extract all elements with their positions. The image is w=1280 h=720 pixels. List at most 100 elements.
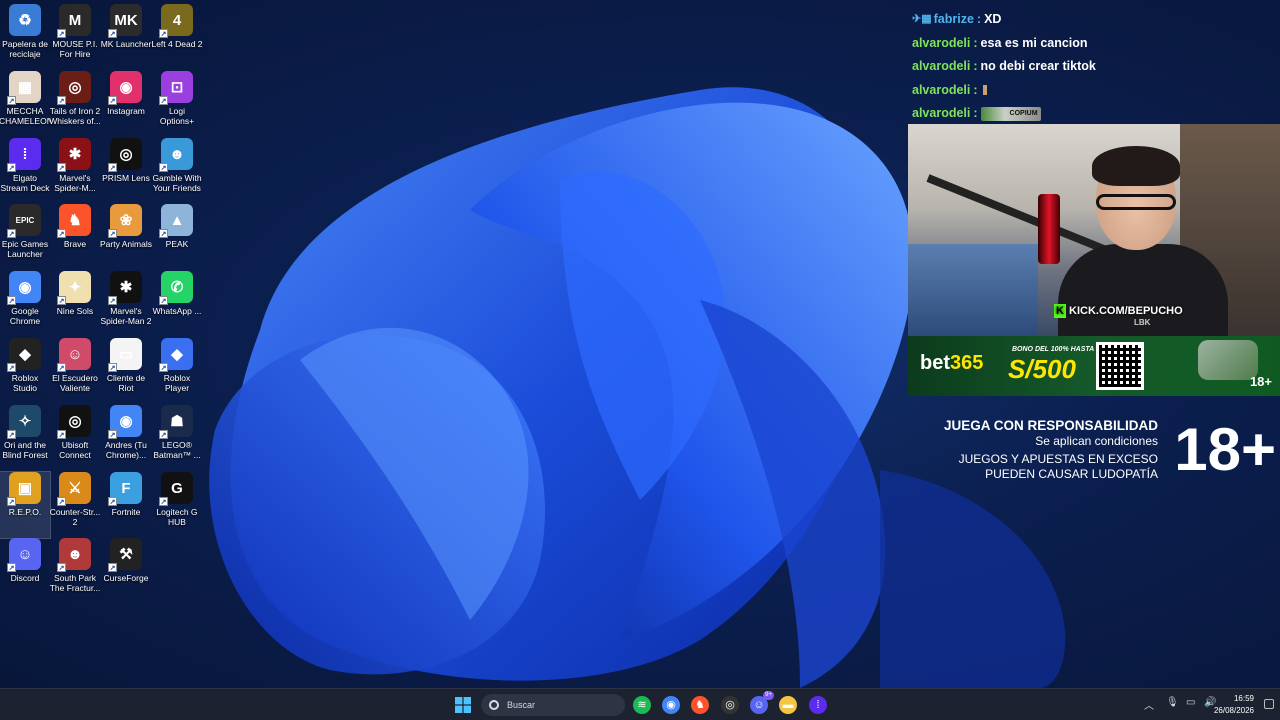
desktop-icon[interactable]: ◆ ↗ Roblox Player [152, 338, 202, 404]
desktop-icon-label: Epic Games Launcher [1, 239, 49, 259]
desktop-icon[interactable]: ◎ ↗ Tails of Iron 2 Whiskers of... [49, 71, 101, 137]
streamer-hair [1092, 146, 1180, 186]
chrome-taskbar-icon[interactable]: ◉ [659, 693, 683, 717]
south-park-icon: ☻ ↗ [57, 538, 91, 572]
desktop-icon[interactable]: ▭ ↗ Cliente de Riot [101, 338, 151, 404]
desktop-icon[interactable]: ⁞ ↗ Elgato Stream Deck [0, 138, 50, 204]
desktop-icon[interactable]: F ↗ Fortnite [101, 472, 151, 538]
shortcut-arrow-icon: ↗ [57, 163, 66, 172]
chat-username: alvarodeli [912, 35, 971, 50]
desktop-icon[interactable]: EPIC ↗ Epic Games Launcher [0, 204, 50, 270]
desktop-icon[interactable]: ✦ ↗ Nine Sols [50, 271, 100, 337]
age-restriction-badge: 18+ [1174, 416, 1276, 483]
chat-message: alvarodeli : [912, 79, 1272, 103]
desktop-icon[interactable]: 4 ↗ Left 4 Dead 2 [151, 4, 203, 70]
spotify-icon[interactable]: ≋ [630, 693, 654, 717]
desktop-icon-label: CurseForge [103, 573, 149, 583]
desktop-icon[interactable]: ♻ Papelera de reciclaje [0, 4, 50, 70]
desktop-icon[interactable]: ✧ ↗ Ori and the Blind Forest [0, 405, 50, 471]
riot-client-icon: ▭ ↗ [108, 338, 142, 372]
desktop-icon[interactable]: ☗ ↗ LEGO® Batman™ ... [152, 405, 202, 471]
desktop-icon[interactable]: M ↗ MOUSE P.I. For Hire [50, 4, 100, 70]
start-button[interactable] [451, 693, 475, 717]
desktop-icon-label: Andres (Tu Chrome)... [105, 440, 147, 460]
chrome-icon: ◉ ↗ [7, 271, 41, 305]
shortcut-arrow-icon: ↗ [57, 29, 66, 38]
party-animals-icon: ❀ ↗ [108, 204, 142, 238]
notifications-icon[interactable] [1264, 699, 1274, 709]
desktop-icon-label: Papelera de reciclaje [2, 39, 48, 59]
desktop-icon[interactable]: ☻ ↗ South Park The Fractur... [50, 538, 100, 604]
shortcut-arrow-icon: ↗ [7, 163, 16, 172]
desktop-icon[interactable]: MK ↗ MK Launcher [101, 4, 151, 70]
responsible-gambling-notice: JUEGA CON RESPONSABILIDAD Se aplican con… [944, 416, 1280, 483]
desktop-icon-label: El Escudero Valiente [52, 373, 98, 393]
left4dead2-icon: 4 ↗ [159, 4, 193, 38]
desktop-icon[interactable]: ⊡ ↗ Logi Options+ [152, 71, 202, 137]
desktop-icon-label: Tails of Iron 2 Whiskers of... [49, 106, 101, 126]
curseforge-icon: ⚒ ↗ [108, 538, 142, 572]
promo-caption: BONO DEL 100% HASTA [1012, 346, 1095, 353]
desktop-icon[interactable]: ❀ ↗ Party Animals [100, 204, 152, 270]
desktop-icon[interactable]: ▣ ↗ R.E.P.O. [0, 471, 51, 539]
shortcut-arrow-icon: ↗ [57, 497, 66, 506]
desktop-icon[interactable]: ◉ ↗ Andres (Tu Chrome)... [101, 405, 151, 471]
desktop-icon[interactable]: ▦ ↗ MECCHA CHAMELEON [0, 71, 51, 137]
shortcut-arrow-icon: ↗ [159, 229, 168, 238]
system-clock[interactable]: 16:59 26/08/2026 [1214, 693, 1254, 717]
taskbar-search[interactable]: Buscar [481, 694, 625, 716]
whatsapp-icon: ✆ ↗ [159, 271, 193, 305]
shortcut-arrow-icon: ↗ [57, 563, 66, 572]
logitech-ghub-icon: G ↗ [159, 472, 193, 506]
file-explorer-icon[interactable]: ▬ [776, 693, 800, 717]
discord-taskbar-icon[interactable]: ☺ 9+ [747, 691, 774, 717]
brave-icon: ♞ ↗ [57, 204, 91, 238]
roblox-studio-icon: ◆ ↗ [7, 338, 41, 372]
desktop-icon[interactable]: ☻ ↗ Gamble With Your Friends [152, 138, 202, 204]
desktop-icon[interactable]: ◎ ↗ Ubisoft Connect [50, 405, 100, 471]
chat-username: alvarodeli [912, 106, 971, 121]
elgato-stream-deck-icon: ⁞ ↗ [7, 138, 41, 172]
mk-launcher-icon: MK ↗ [108, 4, 142, 38]
kick-url: KICK.COM/BEPUCHO [1069, 305, 1183, 317]
desktop-icon[interactable]: ✆ ↗ WhatsApp ... [152, 271, 202, 337]
desktop-icon[interactable]: ◆ ↗ Roblox Studio [0, 338, 50, 404]
shortcut-arrow-icon: ↗ [108, 563, 117, 572]
desktop-icon[interactable]: ◉ ↗ Google Chrome [0, 271, 50, 337]
brave-taskbar-icon[interactable]: ♞ [688, 693, 712, 717]
notice-conditions: Se aplican condiciones [1035, 434, 1158, 448]
chat-text: esa es mi cancion [980, 35, 1088, 50]
glasses-icon [1096, 194, 1176, 210]
desktop-icon-label: MECCHA CHAMELEON [0, 106, 51, 126]
desktop-icon[interactable]: ◎ ↗ PRISM Lens [101, 138, 151, 204]
chevron-up-icon[interactable]: ︿ [1144, 697, 1154, 712]
desktop-icon[interactable]: ⚔ ↗ Counter-Str... 2 [50, 472, 100, 538]
shortcut-arrow-icon: ↗ [7, 363, 16, 372]
microphone-tray-icon[interactable]: 🎙 [1166, 697, 1179, 708]
desktop-icon[interactable]: ◉ ↗ Instagram [101, 71, 151, 137]
obs-taskbar-icon[interactable]: ◎ [718, 693, 742, 717]
nine-sols-icon: ✦ ↗ [57, 271, 91, 305]
desktop-icon[interactable]: ✱ ↗ Marvel's Spider-Man 2 [100, 271, 152, 337]
stream-deck-taskbar-icon[interactable]: ⁞ [806, 693, 830, 717]
desktop-icon[interactable]: ⚒ ↗ CurseForge [101, 538, 151, 604]
desktop-icon[interactable]: ▲ ↗ PEAK [152, 204, 202, 270]
desktop-icon[interactable]: ☺ ↗ El Escudero Valiente [50, 338, 100, 404]
desktop-icon-label: Gamble With Your Friends [152, 173, 202, 193]
display-tray-icon[interactable]: ▭ [1186, 697, 1195, 708]
desktop-icon[interactable]: ☺ ↗ Discord [0, 538, 50, 604]
file-explorer-glyph: ▬ [779, 696, 797, 714]
lego-batman-icon: ☗ ↗ [159, 405, 193, 439]
desktop-icon-label: PRISM Lens [102, 173, 150, 183]
clock-date: 26/08/2026 [1213, 706, 1254, 715]
fortnite-icon: F ↗ [108, 472, 142, 506]
age-badge: 18+ [1249, 374, 1272, 389]
spiderman-icon: ✱ ↗ [57, 138, 91, 172]
emote-icon [982, 85, 987, 96]
desktop-icon[interactable]: ♞ ↗ Brave [50, 204, 100, 270]
chat-username: alvarodeli [912, 59, 971, 74]
desktop-icon[interactable]: G ↗ Logitech G HUB [152, 472, 202, 538]
shortcut-arrow-icon: ↗ [7, 96, 16, 105]
desktop-icon[interactable]: ✱ ↗ Marvel's Spider-M... [50, 138, 100, 204]
stream-deck-taskbar-glyph: ⁞ [809, 696, 827, 714]
